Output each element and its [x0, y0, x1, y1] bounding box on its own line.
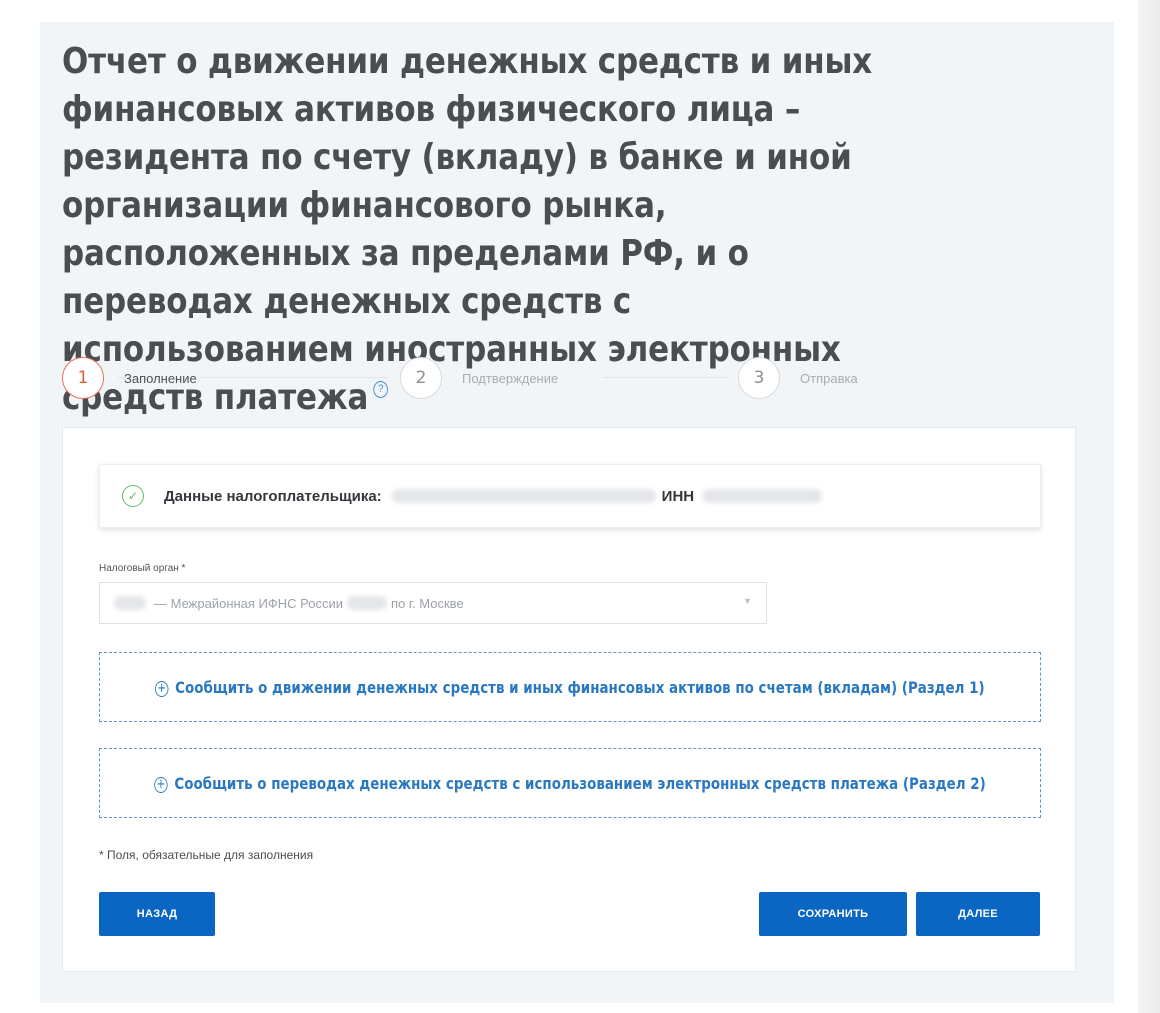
step-label: Отправка [800, 370, 858, 386]
save-button[interactable]: СОХРАНИТЬ [759, 892, 907, 936]
plus-circle-icon: + [154, 776, 168, 793]
stepper: 1 Заполнение 2 Подтверждение 3 Отправка [62, 355, 962, 401]
check-icon: ✓ [122, 485, 144, 507]
right-scroll-strip [1138, 0, 1160, 1013]
tax-office-select[interactable]: — Межрайонная ИФНС России по г. Москве ▼ [99, 582, 767, 624]
form-card: ✓ Данные налогоплательщика: ИНН Налоговы… [62, 427, 1076, 972]
step-sending: 3 Отправка [738, 355, 858, 401]
chevron-down-icon[interactable]: ▼ [743, 596, 752, 606]
step-confirmation: 2 Подтверждение [400, 355, 563, 401]
add-section2-label: + Сообщить о переводах денежных средств с… [154, 774, 986, 793]
step-connector [602, 377, 728, 378]
add-section1-label: + Сообщить о движении денежных средств и … [155, 678, 985, 697]
tax-office-value: — Межрайонная ИФНС России [154, 595, 344, 611]
step-filling: 1 Заполнение [62, 355, 201, 401]
taxpayer-info-box: ✓ Данные налогоплательщика: ИНН [99, 464, 1041, 528]
step-number: 2 [400, 357, 442, 399]
tax-office-label: Налоговый орган * [99, 563, 186, 574]
taxpayer-label: Данные налогоплательщика: [164, 487, 382, 505]
inn-label: ИНН [661, 487, 695, 505]
step-label: Подтверждение [462, 370, 563, 386]
step-number: 1 [62, 357, 104, 399]
next-button[interactable]: ДАЛЕЕ [916, 892, 1040, 936]
redacted-number [347, 596, 388, 610]
step-label: Заполнение [124, 370, 201, 386]
tax-office-city: по г. Москве [391, 595, 464, 611]
plus-circle-icon: + [155, 680, 169, 697]
redacted-inn [702, 489, 823, 503]
main-panel: Отчет о движении денежных средств и иных… [40, 22, 1114, 1003]
redacted-code [114, 596, 146, 610]
back-button[interactable]: НАЗАД [99, 892, 215, 936]
required-fields-note: * Поля, обязательные для заполнения [99, 848, 314, 862]
add-section1-button[interactable]: + Сообщить о движении денежных средств и … [99, 652, 1041, 722]
add-section2-button[interactable]: + Сообщить о переводах денежных средств с… [99, 748, 1041, 818]
step-number: 3 [738, 357, 780, 399]
redacted-name [391, 489, 656, 503]
